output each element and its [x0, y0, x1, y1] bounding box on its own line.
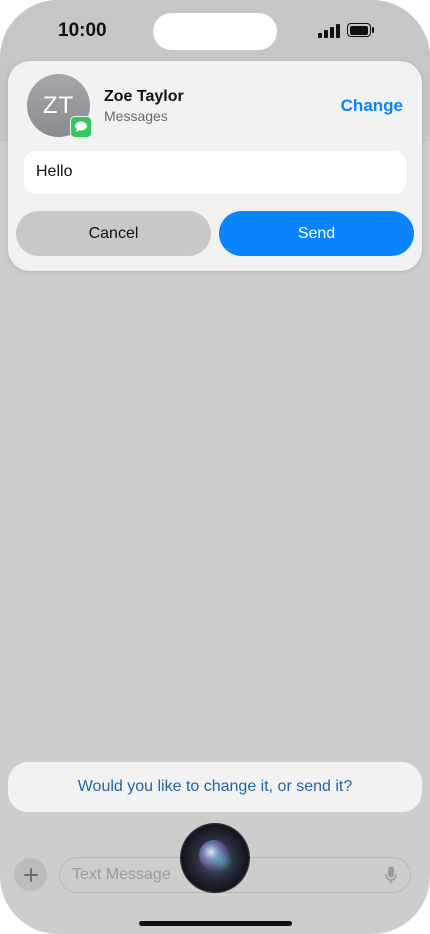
change-recipient-button[interactable]: Change: [341, 96, 403, 116]
siri-message-card: ZT Zoe Taylor Messages Change Hello Canc…: [8, 61, 422, 271]
cancel-button[interactable]: Cancel: [16, 211, 211, 256]
status-time: 10:00: [58, 20, 107, 41]
plus-button[interactable]: [14, 858, 47, 891]
cellular-signal-icon: [318, 24, 342, 38]
home-indicator[interactable]: [139, 921, 292, 926]
microphone-icon[interactable]: [385, 866, 397, 884]
message-text: Hello: [36, 163, 73, 180]
contact-name: Zoe Taylor: [104, 88, 184, 105]
message-preview-field[interactable]: Hello: [24, 151, 406, 194]
contact-initials: ZT: [42, 91, 75, 119]
plus-icon: [23, 867, 38, 882]
contact-app-label: Messages: [104, 108, 168, 124]
phone-screen: 10:00 ZT Zoe Taylor Messages Change Hell…: [0, 0, 430, 934]
dynamic-island: [153, 13, 277, 50]
text-message-placeholder: Text Message: [72, 866, 171, 883]
siri-prompt-bubble: Would you like to change it, or send it?: [8, 762, 422, 812]
siri-orb-icon[interactable]: [181, 824, 249, 892]
messages-app-icon: [70, 116, 92, 138]
send-button[interactable]: Send: [219, 211, 414, 256]
siri-prompt-text: Would you like to change it, or send it?: [77, 778, 353, 795]
battery-icon: [347, 23, 374, 37]
